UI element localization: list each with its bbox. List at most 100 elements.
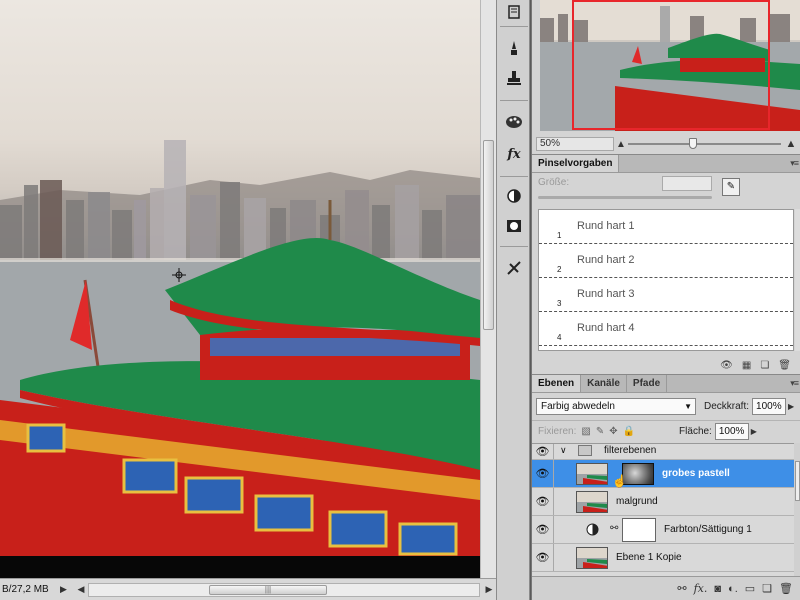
navigator-zoom-row: 50% ▲ ▲ bbox=[532, 136, 800, 152]
layer-thumbnail bbox=[576, 491, 608, 513]
zoom-out-icon[interactable]: ▲ bbox=[614, 139, 628, 150]
vertical-scroll-thumb[interactable] bbox=[483, 140, 494, 330]
tab-layers[interactable]: Ebenen bbox=[532, 375, 582, 392]
fx-icon[interactable]: fx. bbox=[694, 582, 708, 595]
brush-preset-name: Rund hart 1 bbox=[577, 220, 635, 232]
tab-paths[interactable]: Pfade bbox=[627, 375, 668, 392]
canvas-vertical-scrollbar[interactable] bbox=[480, 0, 496, 580]
trash-icon[interactable]: 🗑 bbox=[779, 582, 793, 595]
trash-icon[interactable]: 🗑 bbox=[778, 360, 791, 371]
new-preset-icon[interactable]: ❏ bbox=[760, 360, 769, 371]
history-icon[interactable] bbox=[501, 0, 527, 24]
navigator-zoom-slider[interactable] bbox=[628, 137, 781, 151]
layers-scroll-thumb[interactable] bbox=[795, 461, 800, 501]
brush-tool-icon[interactable] bbox=[501, 36, 527, 60]
navigator-zoom-field[interactable]: 50% bbox=[536, 137, 614, 151]
brush-list-scrollbar[interactable] bbox=[795, 209, 800, 351]
list-item[interactable]: 1 Rund hart 1 bbox=[539, 210, 793, 244]
layer-lock-row: Fixieren: ▧ ✎ ✥ 🔒 Fläche: 100% ▶ bbox=[532, 420, 800, 442]
brush-preset-name: Rund hart 3 bbox=[577, 288, 635, 300]
layer-row[interactable]: 👁 ∨ filterebenen bbox=[532, 444, 800, 460]
zoom-in-icon[interactable]: ▲ bbox=[781, 138, 800, 150]
brush-size-row: Größe: ✎ bbox=[532, 174, 800, 204]
chevron-down-icon[interactable]: ∨ bbox=[560, 445, 567, 456]
list-item[interactable]: 3 Rund hart 3 bbox=[539, 278, 793, 312]
layers-scrollbar[interactable] bbox=[794, 443, 800, 576]
brush-size-label: Größe: bbox=[538, 177, 570, 188]
opacity-label: Deckkraft: bbox=[704, 400, 750, 412]
tab-brush-presets[interactable]: Pinselvorgaben bbox=[532, 155, 620, 172]
link-chain-icon[interactable]: ⚯ bbox=[610, 523, 618, 534]
adjustment-icon[interactable] bbox=[501, 184, 527, 208]
color-palette-icon[interactable] bbox=[501, 110, 527, 134]
list-item[interactable]: 2 Rund hart 2 bbox=[539, 244, 793, 278]
lock-position-icon[interactable]: ✥ bbox=[609, 426, 617, 437]
fx-icon[interactable]: fx bbox=[501, 142, 527, 166]
canvas-horizontal-scrollbar[interactable]: ||| bbox=[88, 582, 480, 597]
canvas-pasteboard bbox=[0, 556, 480, 578]
panel-menu-icon[interactable]: ▾≡ bbox=[790, 378, 799, 389]
adjustment-layer-icon bbox=[586, 523, 599, 539]
layer-row[interactable]: 👁 Ebene 1 Kopie bbox=[532, 544, 800, 572]
layer-name: Farbton/Sättigung 1 bbox=[664, 524, 752, 535]
folder-icon bbox=[578, 445, 592, 456]
panel-dock: fx bbox=[496, 0, 530, 600]
new-group-icon[interactable]: ▭ bbox=[745, 582, 755, 595]
right-panels: 50% ▲ ▲ Pinselvorgaben ▾≡ Größe: ✎ 1 Run… bbox=[531, 0, 800, 600]
layer-mask-thumbnail[interactable] bbox=[622, 518, 656, 542]
lock-all-icon[interactable]: 🔒 bbox=[623, 426, 635, 437]
brush-grid-icon[interactable]: ▦ bbox=[742, 360, 751, 371]
brush-presets-tabstrip: Pinselvorgaben ▾≡ bbox=[532, 154, 800, 173]
layer-blend-row: Farbig abwedeln ▼ Deckkraft: 100% ▶ bbox=[532, 395, 800, 417]
brush-size-field[interactable] bbox=[662, 176, 712, 191]
new-layer-icon[interactable]: ❏ bbox=[762, 582, 772, 595]
brush-size-slider[interactable] bbox=[538, 196, 712, 199]
layer-row-selected[interactable]: 👁 grobes pastell ☝ bbox=[532, 460, 800, 488]
status-menu-arrow-icon[interactable]: ▶ bbox=[60, 584, 74, 595]
blend-mode-select[interactable]: Farbig abwedeln ▼ bbox=[536, 397, 696, 415]
photoshop-window: B/27,2 MB ▶ ◀ ||| ▶ fx 50% ▲ ▲ Pinselvor… bbox=[0, 0, 800, 600]
lock-transparency-icon[interactable]: ▧ bbox=[581, 426, 590, 437]
brush-preset-name: Rund hart 4 bbox=[577, 322, 635, 334]
hand-cursor-icon: ☝ bbox=[612, 474, 627, 488]
opacity-arrow-icon[interactable]: ▶ bbox=[786, 402, 796, 411]
mask-icon[interactable] bbox=[501, 214, 527, 238]
navigator-preview[interactable] bbox=[540, 0, 800, 131]
toggle-brush-panel-icon[interactable]: 👁 bbox=[720, 360, 733, 371]
tool-presets-icon[interactable] bbox=[501, 256, 527, 280]
fill-label: Fläche: bbox=[679, 426, 712, 437]
document-canvas[interactable] bbox=[0, 0, 480, 556]
visibility-eye-icon[interactable]: 👁 bbox=[532, 488, 554, 515]
layers-panel-footer: ⚯ fx. ◙ ◐. ▭ ❏ 🗑 bbox=[532, 576, 800, 600]
adjustment-icon[interactable]: ◐. bbox=[728, 583, 738, 595]
navigator-view-frame[interactable] bbox=[572, 0, 770, 130]
tab-channels[interactable]: Kanäle bbox=[581, 375, 627, 392]
panel-menu-icon[interactable]: ▾≡ bbox=[790, 158, 799, 169]
layers-tabstrip: Ebenen Kanäle Pfade ▾≡ bbox=[532, 374, 800, 393]
opacity-field[interactable]: 100% bbox=[752, 397, 787, 415]
new-brush-icon[interactable]: ✎ bbox=[722, 178, 740, 196]
layer-row[interactable]: 👁 ⚯ Farbton/Sättigung 1 bbox=[532, 516, 800, 544]
visibility-eye-icon[interactable]: 👁 bbox=[532, 444, 554, 459]
lock-pixels-icon[interactable]: ✎ bbox=[596, 426, 604, 437]
horizontal-scroll-thumb[interactable]: ||| bbox=[209, 584, 327, 595]
layer-name: malgrund bbox=[616, 496, 658, 507]
scroll-right-arrow-icon[interactable]: ▶ bbox=[482, 584, 496, 595]
fill-arrow-icon[interactable]: ▶ bbox=[749, 427, 759, 436]
clone-stamp-icon[interactable] bbox=[501, 66, 527, 90]
layer-thumbnail bbox=[576, 547, 608, 569]
canvas-image bbox=[0, 140, 480, 556]
scroll-left-arrow-icon[interactable]: ◀ bbox=[74, 584, 88, 595]
zoom-slider-knob[interactable] bbox=[689, 138, 697, 149]
chevron-down-icon: ▼ bbox=[684, 401, 692, 411]
add-mask-icon[interactable]: ◙ bbox=[714, 583, 721, 595]
visibility-eye-icon[interactable]: 👁 bbox=[532, 516, 554, 543]
layer-name: filterebenen bbox=[604, 445, 657, 456]
layer-row[interactable]: 👁 malgrund bbox=[532, 488, 800, 516]
visibility-eye-icon[interactable]: 👁 bbox=[532, 544, 554, 571]
list-item[interactable]: 4 Rund hart 4 bbox=[539, 312, 793, 346]
visibility-eye-icon[interactable]: 👁 bbox=[532, 460, 554, 487]
fill-field[interactable]: 100% bbox=[714, 423, 749, 440]
link-layers-icon[interactable]: ⚯ bbox=[677, 582, 686, 595]
lock-label: Fixieren: bbox=[538, 426, 577, 437]
